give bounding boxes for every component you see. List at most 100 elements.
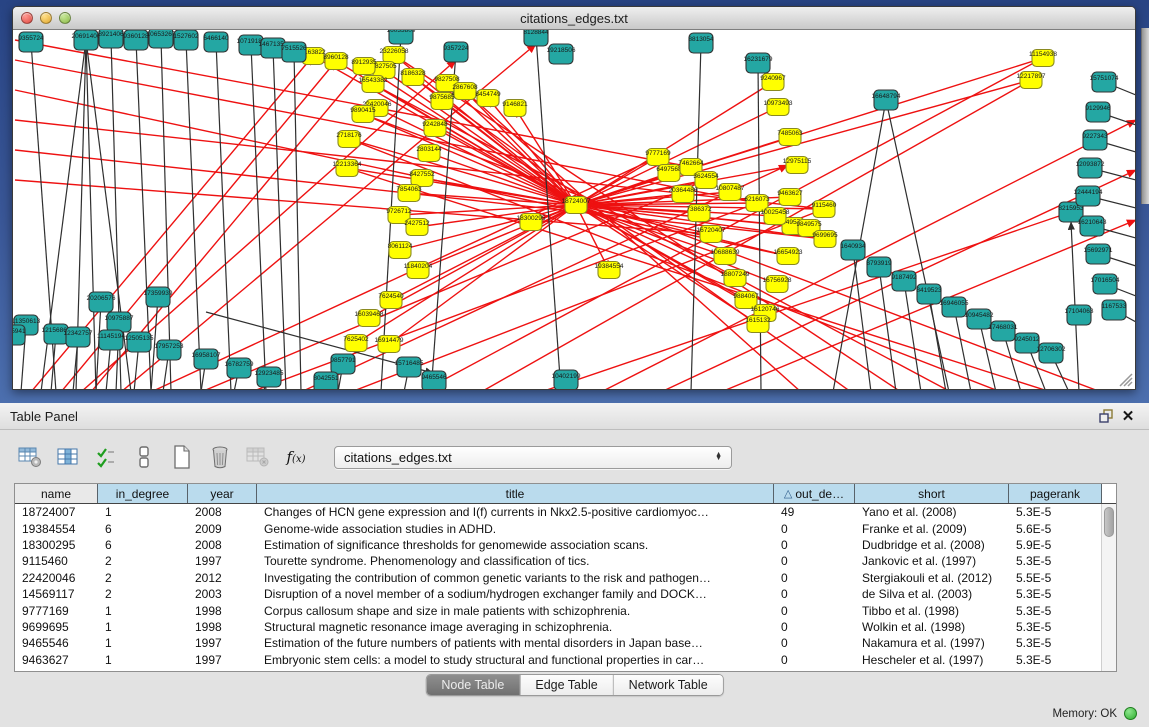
black-edge[interactable] — [886, 100, 949, 389]
table-cell[interactable]: 0 — [774, 587, 855, 601]
scrollbar-thumb[interactable] — [1104, 507, 1114, 537]
table-cell[interactable]: Changes of HCN gene expression and I(f) … — [257, 505, 774, 519]
table-cell[interactable]: 14569117 — [15, 587, 98, 601]
column-header-in_degree[interactable]: in_degree — [98, 484, 188, 503]
table-cell[interactable]: 1 — [98, 636, 188, 650]
table-cell[interactable]: Estimation of significance thresholds fo… — [257, 538, 774, 552]
black-edge[interactable] — [294, 52, 301, 389]
table-cell[interactable]: 18724007 — [15, 505, 98, 519]
table-row[interactable]: 1456911722003Disruption of a novel membe… — [15, 586, 1116, 602]
table-cell[interactable]: 18300295 — [15, 538, 98, 552]
table-cell[interactable]: 2008 — [188, 538, 257, 552]
table-cell[interactable]: Stergiakouli et al. (2012) — [855, 571, 1009, 585]
table-cell[interactable]: 2003 — [188, 587, 257, 601]
table-row[interactable]: 946554611997Estimation of the future num… — [15, 635, 1116, 651]
select-columns-button[interactable] — [92, 443, 120, 471]
table-cell[interactable]: 1 — [98, 620, 188, 634]
table-cell[interactable]: 9777169 — [15, 604, 98, 618]
table-row[interactable]: 977716911998Corpus callosum shape and si… — [15, 602, 1116, 618]
table-cell[interactable]: 0 — [774, 636, 855, 650]
red-edge[interactable] — [541, 212, 1071, 389]
table-cell[interactable]: 5.3E-5 — [1009, 587, 1102, 601]
table-cell[interactable]: 0 — [774, 604, 855, 618]
table-cell[interactable]: Yano et al. (2008) — [855, 505, 1009, 519]
red-edge[interactable] — [347, 168, 1051, 389]
table-cell[interactable]: 9699695 — [15, 620, 98, 634]
table-gear-button[interactable] — [16, 443, 44, 471]
tab-edge-table[interactable]: Edge Table — [520, 675, 613, 695]
red-edge[interactable] — [465, 91, 801, 389]
table-cell[interactable]: 1997 — [188, 653, 257, 667]
table-cell[interactable]: de Silva et al. (2003) — [855, 587, 1009, 601]
table-cell[interactable]: 5.3E-5 — [1009, 505, 1102, 519]
black-edge[interactable] — [161, 38, 171, 389]
network-canvas[interactable]: 1872400718300295193845542322605898275051… — [13, 30, 1135, 389]
table-cell[interactable]: 2 — [98, 571, 188, 585]
table-cell[interactable]: Wolkin et al. (1998) — [855, 620, 1009, 634]
black-edge[interactable] — [186, 40, 201, 389]
table-selector-dropdown[interactable]: citations_edges.txt ▲▼ — [334, 446, 732, 469]
tab-node-table[interactable]: Node Table — [426, 675, 520, 695]
table-cell[interactable]: 1998 — [188, 620, 257, 634]
table-cell[interactable]: 1 — [98, 653, 188, 667]
table-cell[interactable]: Jankovic et al. (1997) — [855, 554, 1009, 568]
zoom-window-icon[interactable] — [59, 12, 71, 24]
table-cell[interactable]: 1 — [98, 505, 188, 519]
table-cell[interactable]: 5.6E-5 — [1009, 522, 1102, 536]
table-cell[interactable]: 0 — [774, 571, 855, 585]
table-cell[interactable]: Franke et al. (2009) — [855, 522, 1009, 536]
minimize-window-icon[interactable] — [40, 12, 52, 24]
tab-network-table[interactable]: Network Table — [614, 675, 723, 695]
table-cell[interactable]: Structural magnetic resonance image aver… — [257, 620, 774, 634]
vertical-scrollbar[interactable] — [1101, 504, 1116, 671]
table-cell[interactable]: 5.3E-5 — [1009, 636, 1102, 650]
column-header-year[interactable]: year — [188, 484, 257, 503]
column-domino-button[interactable] — [130, 443, 158, 471]
table-cell[interactable]: 0 — [774, 522, 855, 536]
table-cell[interactable]: 5.3E-5 — [1009, 653, 1102, 667]
table-cell[interactable]: Embryonic stem cells: a model to study s… — [257, 653, 774, 667]
table-cell[interactable]: 9463627 — [15, 653, 98, 667]
table-cell[interactable]: 49 — [774, 505, 855, 519]
delete-table-button[interactable] — [244, 443, 272, 471]
table-row[interactable]: 2242004622012Investigating the contribut… — [15, 570, 1116, 586]
table-cell[interactable]: Tourette syndrome. Phenomenology and cla… — [257, 554, 774, 568]
table-cell[interactable]: 1998 — [188, 604, 257, 618]
column-header-short[interactable]: short — [855, 484, 1009, 503]
red-edge[interactable] — [251, 203, 757, 389]
table-cell[interactable]: 1 — [98, 604, 188, 618]
red-edge[interactable] — [481, 80, 1031, 389]
table-cell[interactable]: 5.5E-5 — [1009, 571, 1102, 585]
float-panel-button[interactable] — [1095, 406, 1117, 426]
red-edge[interactable] — [356, 205, 576, 343]
table-cell[interactable]: 1997 — [188, 554, 257, 568]
column-header-title[interactable]: title — [257, 484, 774, 503]
table-row[interactable]: 1872400712008Changes of HCN gene express… — [15, 504, 1116, 520]
table-cell[interactable]: Estimation of the future numbers of pati… — [257, 636, 774, 650]
table-cell[interactable]: 2012 — [188, 571, 257, 585]
black-edge[interactable] — [273, 48, 286, 389]
column-header-pagerank[interactable]: pagerank — [1009, 484, 1102, 503]
red-edge[interactable] — [399, 205, 576, 215]
table-cell[interactable]: Disruption of a novel member of a sodium… — [257, 587, 774, 601]
black-edge[interactable] — [251, 45, 266, 389]
table-cell[interactable]: 22420046 — [15, 571, 98, 585]
show-columns-button[interactable] — [54, 443, 82, 471]
close-panel-button[interactable]: ✕ — [1117, 406, 1139, 426]
table-cell[interactable]: Genome-wide association studies in ADHD. — [257, 522, 774, 536]
table-cell[interactable]: 0 — [774, 620, 855, 634]
close-window-icon[interactable] — [21, 12, 33, 24]
table-cell[interactable]: 6 — [98, 538, 188, 552]
table-cell[interactable]: Dudbridge et al. (2008) — [855, 538, 1009, 552]
table-cell[interactable]: 2009 — [188, 522, 257, 536]
table-cell[interactable]: 9465546 — [15, 636, 98, 650]
table-cell[interactable]: 0 — [774, 554, 855, 568]
table-cell[interactable]: 5.3E-5 — [1009, 620, 1102, 634]
table-row[interactable]: 911546021997Tourette syndrome. Phenomeno… — [15, 553, 1116, 569]
table-cell[interactable]: Nakamura et al. (1997) — [855, 636, 1009, 650]
table-row[interactable]: 1938455462009Genome-wide association stu… — [15, 520, 1116, 536]
new-document-button[interactable] — [168, 443, 196, 471]
window-titlebar[interactable]: citations_edges.txt — [13, 7, 1135, 30]
black-edge[interactable] — [216, 42, 231, 389]
table-cell[interactable]: 1997 — [188, 636, 257, 650]
